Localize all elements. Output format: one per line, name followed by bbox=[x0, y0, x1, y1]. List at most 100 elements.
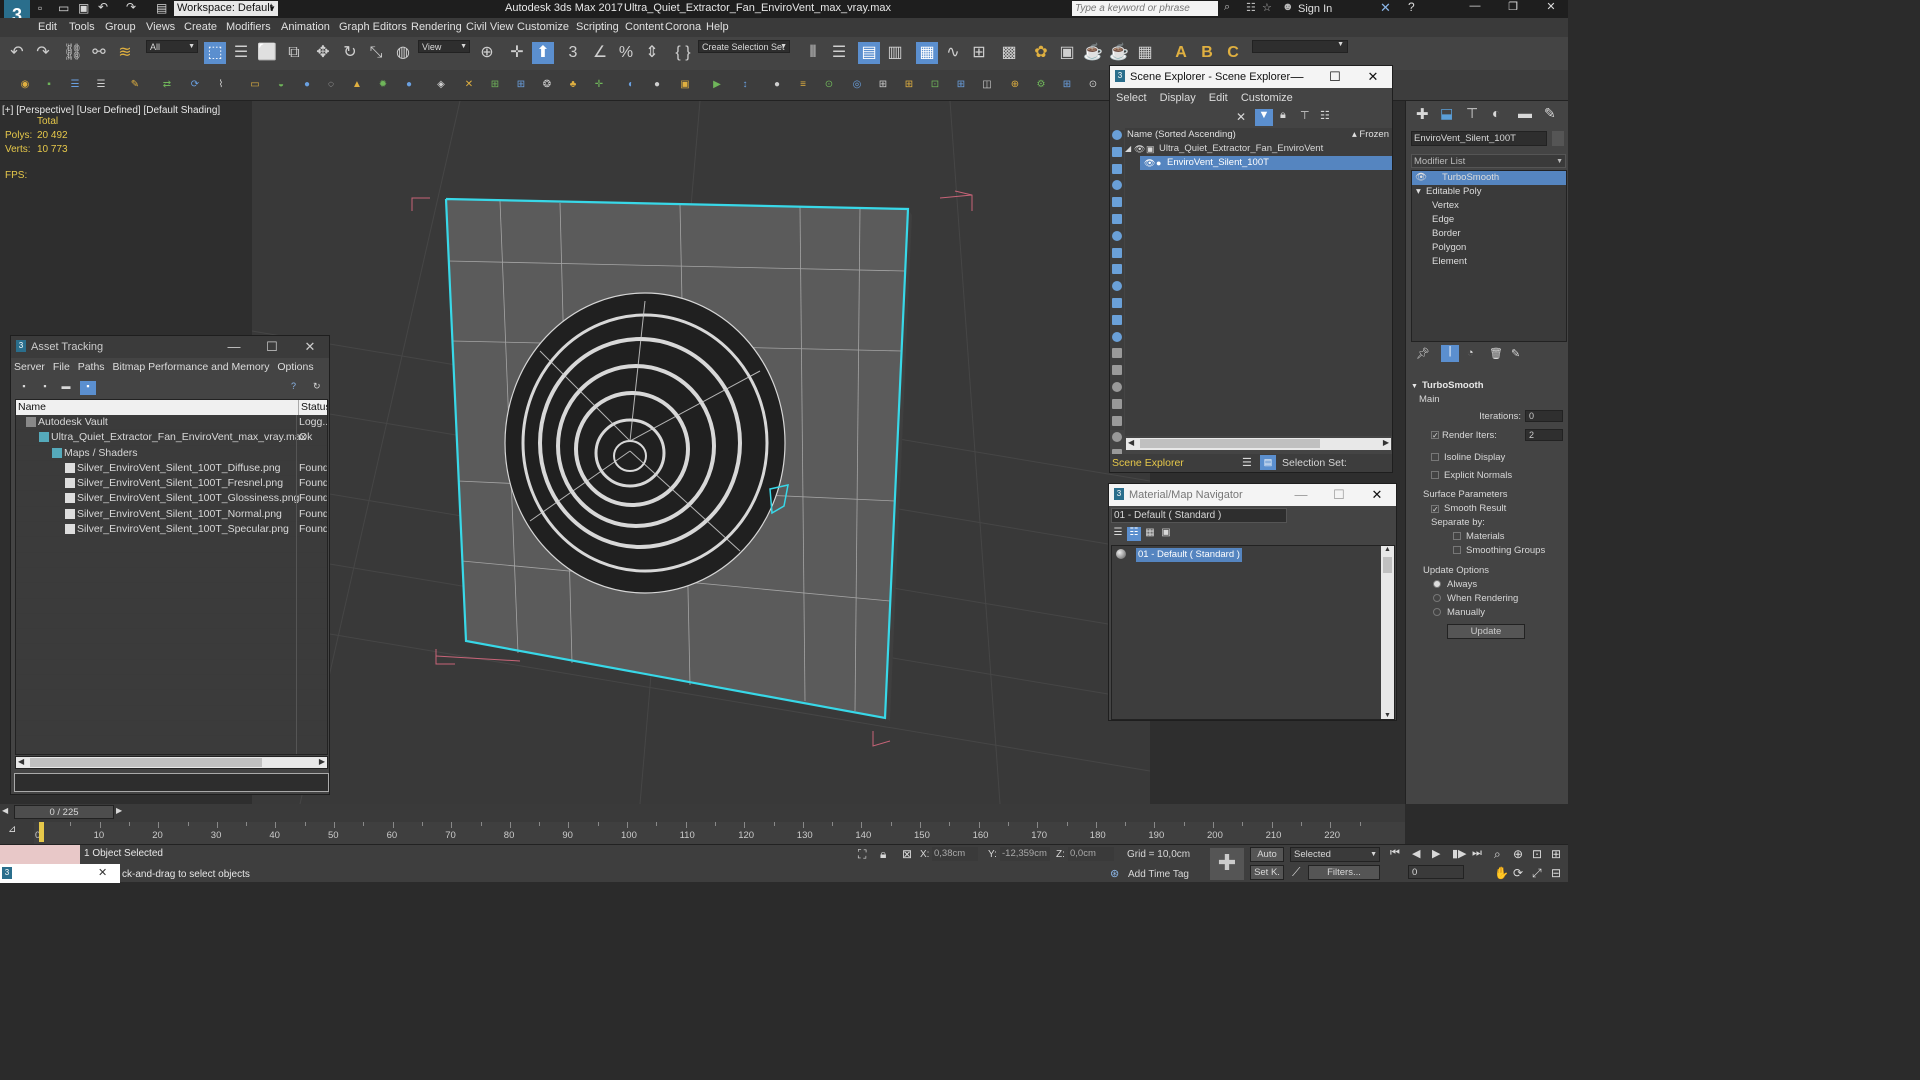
scene-explorer-name[interactable]: Scene Explorer bbox=[1112, 454, 1184, 472]
scrollbar-thumb[interactable] bbox=[1383, 557, 1392, 573]
measure-icon[interactable]: ⊕ bbox=[1004, 74, 1026, 96]
mini-curve-editor-icon[interactable]: ⊿ bbox=[8, 824, 16, 835]
lock-icon[interactable]: 🔒︎ bbox=[1280, 109, 1286, 122]
small-icons-view-icon[interactable]: ▦ bbox=[1143, 527, 1157, 541]
toolbar-dropdown[interactable]: ▼ bbox=[1252, 40, 1348, 53]
modifier-list-dropdown[interactable]: Modifier List ▼ bbox=[1411, 154, 1566, 168]
modify-tab-icon[interactable]: ⬓ bbox=[1440, 105, 1453, 122]
invert-display-icon[interactable] bbox=[1112, 382, 1122, 392]
asset-row[interactable]: Silver_EnviroVent_Silent_100T_Glossiness… bbox=[16, 491, 327, 507]
when-rendering-radio[interactable] bbox=[1433, 594, 1441, 602]
sun-icon[interactable]: ● bbox=[398, 74, 420, 96]
material-vscroll[interactable]: ▲ ▼ bbox=[1381, 546, 1394, 719]
current-material-field[interactable]: 01 - Default ( Standard ) bbox=[1111, 508, 1287, 523]
scroll-right-icon[interactable]: ▶ bbox=[319, 757, 325, 766]
filter-icon[interactable] bbox=[1112, 415, 1122, 426]
asset-row[interactable] bbox=[16, 553, 327, 568]
menu-paths[interactable]: Paths bbox=[78, 361, 105, 373]
asset-row[interactable] bbox=[16, 644, 327, 660]
asset-row[interactable] bbox=[16, 629, 327, 645]
menu-options[interactable]: Options bbox=[277, 361, 313, 373]
minimize-button[interactable]: — bbox=[1278, 66, 1316, 88]
menu-views[interactable]: Views bbox=[146, 21, 175, 33]
material-tree-item[interactable]: 01 - Default ( Standard ) bbox=[1112, 548, 1394, 562]
next-key-icon[interactable]: ▮▶ bbox=[1452, 847, 1467, 860]
exchange-apps-icon[interactable]: ✕ bbox=[1380, 0, 1391, 16]
link-icon[interactable]: ⛓ bbox=[62, 42, 84, 64]
material-navigator-titlebar[interactable]: 3 Material/Map Navigator — ☐ ✕ bbox=[1109, 484, 1396, 506]
column-frozen[interactable]: ▴ Frozen bbox=[1352, 128, 1389, 142]
manipulate-icon[interactable]: ✛ bbox=[506, 42, 528, 64]
sphere-icon[interactable]: ◒ bbox=[270, 74, 292, 96]
scroll-left-icon[interactable]: ◀ bbox=[1128, 438, 1134, 447]
display-all-icon[interactable] bbox=[1112, 348, 1122, 359]
asset-row[interactable]: Autodesk Vault Logg... bbox=[16, 415, 327, 431]
help-icon[interactable]: ? bbox=[291, 381, 296, 391]
text-c-icon[interactable]: C bbox=[1222, 42, 1244, 64]
display-lights-icon[interactable] bbox=[1112, 180, 1122, 191]
pan-icon[interactable]: ✋ bbox=[1494, 866, 1509, 880]
asset-row[interactable] bbox=[16, 706, 327, 721]
scale-icon[interactable]: ⤡ bbox=[365, 42, 387, 64]
create-tab-icon[interactable]: ✚ bbox=[1416, 105, 1429, 123]
populate-icon[interactable]: ⇄ bbox=[156, 74, 178, 96]
array-icon[interactable]: ◎ bbox=[846, 74, 868, 96]
placement-icon[interactable]: ◍ bbox=[392, 42, 414, 64]
gear-icon[interactable]: ⚙ bbox=[1030, 74, 1052, 96]
layers-icon[interactable]: ☰ bbox=[1242, 454, 1252, 472]
pivot-center-icon[interactable]: ⊕ bbox=[476, 42, 498, 64]
modifier-stack-item[interactable]: 👁︎ TurboSmooth bbox=[1412, 171, 1566, 185]
visibility-eye-icon[interactable]: 👁︎ bbox=[1134, 142, 1145, 156]
user-icon[interactable]: ☻ bbox=[1282, 1, 1294, 13]
time-slider-thumb[interactable]: 0 / 225 bbox=[14, 805, 114, 819]
text-a-icon[interactable]: A bbox=[1170, 42, 1192, 64]
go-to-start-icon[interactable]: ⏮ bbox=[1390, 847, 1400, 860]
manually-radio[interactable] bbox=[1433, 608, 1441, 616]
sync-selection-icon[interactable] bbox=[1112, 398, 1122, 409]
save-icon[interactable]: ▣ bbox=[78, 1, 89, 15]
sign-in-link[interactable]: Sign In bbox=[1298, 3, 1332, 15]
bone-icon[interactable]: ✛ bbox=[588, 74, 610, 96]
menu-tools[interactable]: Tools bbox=[69, 21, 95, 33]
render-iterative-icon[interactable]: ☕ bbox=[1108, 42, 1130, 64]
camera-icon[interactable]: ▶ bbox=[706, 74, 728, 96]
display-xrefs-icon[interactable] bbox=[1112, 264, 1122, 275]
render-iters-checkbox[interactable]: ✓ bbox=[1431, 431, 1439, 440]
zoom-extents-all-icon[interactable]: ⊞ bbox=[1551, 847, 1561, 861]
absolute-mode-icon[interactable]: ⊠ bbox=[902, 847, 912, 861]
selection-filter-dropdown[interactable]: All ▼ bbox=[146, 40, 198, 53]
asset-tracking-titlebar[interactable]: 3 Asset Tracking — ☐ ✕ bbox=[11, 336, 329, 358]
modifier-stack-item[interactable]: Polygon bbox=[1412, 241, 1566, 255]
move-tool-icon[interactable]: ↕ bbox=[734, 74, 756, 96]
close-icon[interactable]: ✕ bbox=[98, 866, 107, 879]
motion-tab-icon[interactable]: ◐ bbox=[1492, 105, 1500, 121]
scene-explorer-hscroll[interactable]: ◀ ▶ bbox=[1126, 438, 1391, 450]
visibility-eye-icon[interactable]: 👁︎ bbox=[1144, 156, 1155, 170]
isoline-checkbox[interactable] bbox=[1431, 453, 1439, 461]
close-button[interactable]: ✕ bbox=[291, 336, 329, 358]
view-mode-icon[interactable]: ▪ bbox=[38, 381, 52, 395]
track-bar[interactable]: 0 10 20 30 40 50 60 70 80 90 100 110 120 130 140 150 160… bbox=[34, 822, 1405, 844]
smooth-result-checkbox[interactable]: ✓ bbox=[1431, 505, 1439, 514]
maxscript-listener[interactable] bbox=[0, 845, 80, 864]
ribbon-toggle-icon[interactable]: ▦ bbox=[916, 42, 938, 64]
current-time-marker[interactable] bbox=[39, 822, 44, 842]
play-icon[interactable]: ▶ bbox=[1432, 847, 1440, 860]
explicit-normals-row[interactable]: Explicit Normals bbox=[1411, 467, 1567, 485]
render-production-icon[interactable]: ☕ bbox=[1082, 42, 1104, 64]
constraint-icon[interactable]: ⌇ bbox=[210, 74, 232, 96]
cylinder-icon[interactable]: ● bbox=[296, 74, 318, 96]
align-tool-icon[interactable]: ⊞ bbox=[950, 74, 972, 96]
list-view-icon[interactable]: ☰ bbox=[1111, 527, 1125, 541]
help-search-input[interactable]: Type a keyword or phrase bbox=[1072, 1, 1218, 16]
text-b-icon[interactable]: B bbox=[1196, 42, 1218, 64]
menu-modifiers[interactable]: Modifiers bbox=[226, 21, 271, 33]
field-of-view-icon[interactable]: ⤢ bbox=[1532, 866, 1542, 881]
rotate-tool-icon[interactable]: ⟳ bbox=[184, 74, 206, 96]
explorer-toggle-icon[interactable]: ▤ bbox=[1260, 455, 1276, 470]
scroll-up-icon[interactable]: ▲ bbox=[1384, 546, 1391, 553]
filters-button[interactable]: Filters... bbox=[1308, 865, 1380, 880]
unlink-icon[interactable]: ⚯ bbox=[88, 42, 110, 64]
large-icons-view-icon[interactable]: ▣ bbox=[1159, 527, 1173, 541]
rectangular-selection-icon[interactable]: ⬜ bbox=[256, 42, 278, 64]
